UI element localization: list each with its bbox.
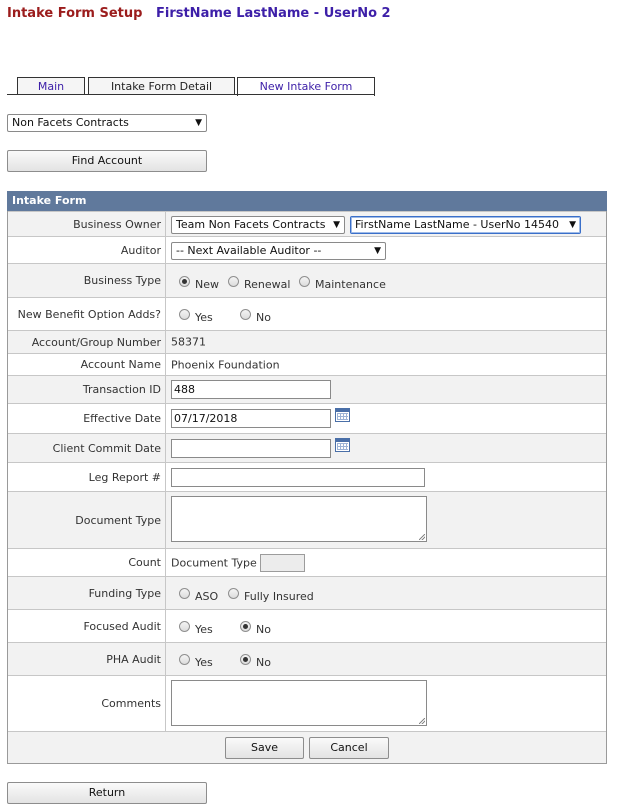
benefit-option-yes-label: Yes xyxy=(195,311,213,324)
row-effective-date: Effective Date 07/17/2018 xyxy=(8,403,606,433)
contract-type-value: Non Facets Contracts xyxy=(12,116,129,129)
benefit-option-yes-radio[interactable] xyxy=(179,309,190,320)
auditor-select[interactable]: -- Next Available Auditor -- ▼ xyxy=(171,242,386,260)
calendar-icon[interactable] xyxy=(335,408,350,422)
business-owner-team-value: Team Non Facets Contracts xyxy=(176,218,326,231)
cancel-button[interactable]: Cancel xyxy=(309,737,389,759)
pha-audit-no-label: No xyxy=(256,656,271,669)
funding-type-aso-radio[interactable] xyxy=(179,588,190,599)
tab-main[interactable]: Main xyxy=(17,77,85,94)
focused-audit-yes-radio[interactable] xyxy=(179,621,190,632)
focused-audit-label: Focused Audit xyxy=(8,610,166,642)
account-number-label: Account/Group Number xyxy=(8,331,166,353)
business-type-new-radio[interactable] xyxy=(179,276,190,287)
funding-type-label: Funding Type xyxy=(8,577,166,609)
tab-intake-form-detail[interactable]: Intake Form Detail xyxy=(88,77,235,94)
row-count: Count Document Type xyxy=(8,548,606,576)
pha-audit-label: PHA Audit xyxy=(8,643,166,675)
account-name-value: Phoenix Foundation xyxy=(171,358,280,371)
business-owner-label: Business Owner xyxy=(8,212,166,236)
row-document-type: Document Type xyxy=(8,491,606,548)
business-type-label: Business Type xyxy=(8,264,166,297)
row-leg-report: Leg Report # xyxy=(8,462,606,491)
business-type-maintenance-label: Maintenance xyxy=(315,278,386,291)
document-type-label: Document Type xyxy=(8,492,166,548)
row-pha-audit: PHA Audit Yes No xyxy=(8,642,606,675)
comments-textarea[interactable] xyxy=(171,680,427,726)
row-client-commit-date: Client Commit Date xyxy=(8,433,606,462)
focused-audit-yes-label: Yes xyxy=(195,623,213,636)
auditor-value: -- Next Available Auditor -- xyxy=(176,244,322,257)
tab-underline xyxy=(7,94,375,95)
row-focused-audit: Focused Audit Yes No xyxy=(8,609,606,642)
auditor-label: Auditor xyxy=(8,237,166,263)
row-business-type: Business Type New Renewal Maintenance xyxy=(8,263,606,297)
row-benefit-option: New Benefit Option Adds? Yes No xyxy=(8,297,606,330)
business-type-renewal-label: Renewal xyxy=(244,278,291,291)
business-type-maintenance-radio[interactable] xyxy=(299,276,310,287)
save-button[interactable]: Save xyxy=(225,737,304,759)
count-document-type-label: Document Type xyxy=(171,556,257,569)
transaction-id-input[interactable]: 488 xyxy=(171,380,331,399)
row-account-number: Account/Group Number 58371 xyxy=(8,330,606,353)
row-business-owner: Business Owner Team Non Facets Contracts… xyxy=(8,211,606,236)
account-number-value: 58371 xyxy=(171,335,206,349)
funding-type-fully-insured-label: Fully Insured xyxy=(244,590,314,603)
row-transaction-id: Transaction ID 488 xyxy=(8,375,606,403)
business-type-new-label: New xyxy=(195,278,219,291)
transaction-id-label: Transaction ID xyxy=(8,376,166,403)
count-value-box xyxy=(260,554,305,572)
row-account-name: Account Name Phoenix Foundation xyxy=(8,353,606,375)
benefit-option-no-label: No xyxy=(256,311,271,324)
focused-audit-no-radio[interactable] xyxy=(240,621,251,632)
row-funding-type: Funding Type ASO Fully Insured xyxy=(8,576,606,609)
row-comments: Comments xyxy=(8,675,606,731)
effective-date-label: Effective Date xyxy=(8,404,166,433)
funding-type-fully-insured-radio[interactable] xyxy=(228,588,239,599)
intake-form-title: Intake Form xyxy=(7,191,607,211)
page-header: Intake Form Setup FirstName LastName - U… xyxy=(7,6,391,21)
pha-audit-yes-label: Yes xyxy=(195,656,213,669)
funding-type-aso-label: ASO xyxy=(195,590,219,603)
account-name-label: Account Name xyxy=(8,354,166,375)
business-owner-user-select[interactable]: FirstName LastName - UserNo 14540 ▼ xyxy=(350,216,581,234)
dropdown-arrow-icon: ▼ xyxy=(195,118,202,128)
dropdown-arrow-icon: ▼ xyxy=(569,220,576,230)
client-commit-date-input[interactable] xyxy=(171,439,331,458)
dropdown-arrow-icon: ▼ xyxy=(374,246,381,256)
comments-label: Comments xyxy=(8,676,166,731)
row-actions: Save Cancel xyxy=(8,731,606,763)
business-owner-team-select[interactable]: Team Non Facets Contracts ▼ xyxy=(171,216,345,234)
leg-report-label: Leg Report # xyxy=(8,463,166,491)
return-button[interactable]: Return xyxy=(7,782,207,804)
contract-type-select[interactable]: Non Facets Contracts ▼ xyxy=(7,114,207,132)
dropdown-arrow-icon: ▼ xyxy=(333,220,340,230)
client-commit-date-label: Client Commit Date xyxy=(8,434,166,462)
effective-date-input[interactable]: 07/17/2018 xyxy=(171,409,331,428)
document-type-textarea[interactable] xyxy=(171,496,427,542)
find-account-button[interactable]: Find Account xyxy=(7,150,207,172)
focused-audit-no-label: No xyxy=(256,623,271,636)
benefit-option-label: New Benefit Option Adds? xyxy=(8,298,166,330)
pha-audit-no-radio[interactable] xyxy=(240,654,251,665)
resize-grip-icon[interactable] xyxy=(419,534,425,540)
count-label: Count xyxy=(8,549,166,576)
row-auditor: Auditor -- Next Available Auditor -- ▼ xyxy=(8,236,606,263)
leg-report-input[interactable] xyxy=(171,468,425,487)
business-type-renewal-radio[interactable] xyxy=(228,276,239,287)
benefit-option-no-radio[interactable] xyxy=(240,309,251,320)
calendar-icon[interactable] xyxy=(335,438,350,452)
page-title: Intake Form Setup xyxy=(7,6,143,21)
current-user: FirstName LastName - UserNo 2 xyxy=(155,6,391,21)
pha-audit-yes-radio[interactable] xyxy=(179,654,190,665)
business-owner-user-value: FirstName LastName - UserNo 14540 xyxy=(355,218,559,231)
resize-grip-icon[interactable] xyxy=(419,718,425,724)
